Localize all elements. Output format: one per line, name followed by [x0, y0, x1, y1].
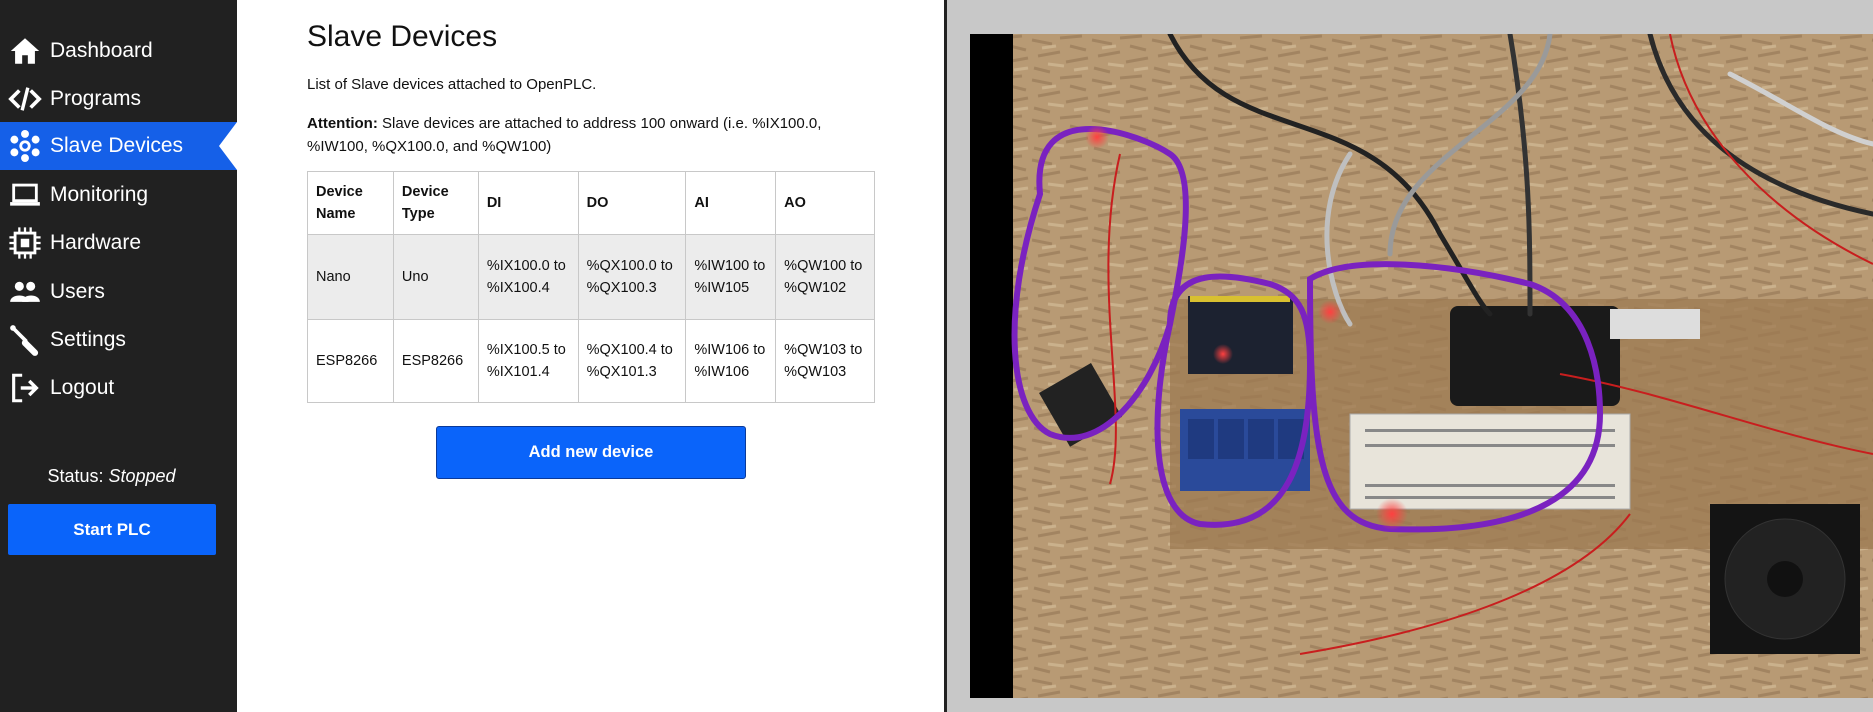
sidebar-item-label: Dashboard [50, 39, 153, 62]
sidebar-item-label: Slave Devices [50, 134, 184, 157]
video-panel [947, 0, 1873, 712]
sidebar-item-programs[interactable]: Programs [0, 75, 237, 123]
sidebar-item-dashboard[interactable]: Dashboard [0, 27, 237, 75]
active-indicator [219, 122, 237, 170]
home-icon [0, 27, 50, 75]
column-header: Device Name [307, 171, 394, 235]
table-cell: ESP8266 [392, 319, 479, 403]
table-cell: %IW100 to %IW105 [685, 234, 777, 320]
attention-text: Slave devices are attached to address 10… [307, 115, 822, 155]
table-cell: Nano [307, 234, 394, 320]
table-cell: %IX100.0 to %IX100.4 [477, 234, 579, 320]
main-content: Slave Devices List of Slave devices atta… [237, 0, 945, 712]
sidebar-item-monitoring[interactable]: Monitoring [0, 171, 237, 219]
attention-label: Attention: [307, 115, 378, 132]
column-header: AO [775, 171, 875, 235]
table-row[interactable]: ESP8266 ESP8266 %IX100.5 to %IX101.4 %QX… [307, 319, 875, 403]
table-cell: ESP8266 [307, 319, 394, 403]
slave-devices-table: Device Name Device Type DI DO AI AO Nano… [307, 171, 875, 403]
page-description: List of Slave devices attached to OpenPL… [307, 76, 597, 93]
gear-cog-icon [0, 122, 50, 170]
table-cell: %QX100.4 to %QX101.3 [577, 319, 687, 403]
sidebar-item-hardware[interactable]: Hardware [0, 219, 237, 267]
start-plc-button[interactable]: Start PLC [8, 504, 216, 555]
users-icon [0, 268, 50, 316]
table-header-row: Device Name Device Type DI DO AI AO [307, 171, 875, 235]
hardware-video-frame [970, 34, 1873, 698]
table-cell: %IX100.5 to %IX101.4 [477, 319, 579, 403]
table-cell: %IW106 to %IW106 [685, 319, 777, 403]
column-header: DO [577, 171, 687, 235]
page-title: Slave Devices [307, 20, 498, 53]
sidebar-item-label: Logout [50, 376, 115, 399]
table-row[interactable]: Nano Uno %IX100.0 to %IX100.4 %QX100.0 t… [307, 234, 875, 320]
sidebar-item-label: Hardware [50, 231, 142, 254]
attention-note: Attention: Slave devices are attached to… [307, 112, 827, 158]
sidebar-item-users[interactable]: Users [0, 268, 237, 316]
sidebar-item-label: Settings [50, 328, 126, 351]
table-cell: %QW103 to %QW103 [775, 319, 875, 403]
column-header: Device Type [392, 171, 479, 235]
logout-icon [0, 364, 50, 412]
sidebar-item-label: Programs [50, 87, 142, 110]
table-cell: %QX100.0 to %QX100.3 [577, 234, 687, 320]
column-header: AI [685, 171, 777, 235]
table-cell: %QW100 to %QW102 [775, 234, 875, 320]
add-new-device-button[interactable]: Add new device [436, 426, 746, 479]
chip-icon [0, 219, 50, 267]
column-header: DI [477, 171, 579, 235]
table-cell: Uno [392, 234, 479, 320]
sidebar-item-settings[interactable]: Settings [0, 316, 237, 364]
hardware-setup-image [970, 34, 1873, 698]
wrench-icon [0, 316, 50, 364]
sidebar-item-slave-devices[interactable]: Slave Devices [0, 122, 237, 170]
sidebar-item-logout[interactable]: Logout [0, 364, 237, 412]
laptop-icon [0, 171, 50, 219]
status-label: Status: [47, 466, 104, 486]
sidebar-item-label: Monitoring [50, 183, 149, 206]
plc-status: Status: Stopped [0, 466, 223, 487]
sidebar-item-label: Users [50, 280, 105, 303]
sidebar: Dashboard Programs Slave Devices Monitor… [0, 0, 237, 712]
code-icon [0, 75, 50, 123]
status-value: Stopped [108, 466, 176, 486]
